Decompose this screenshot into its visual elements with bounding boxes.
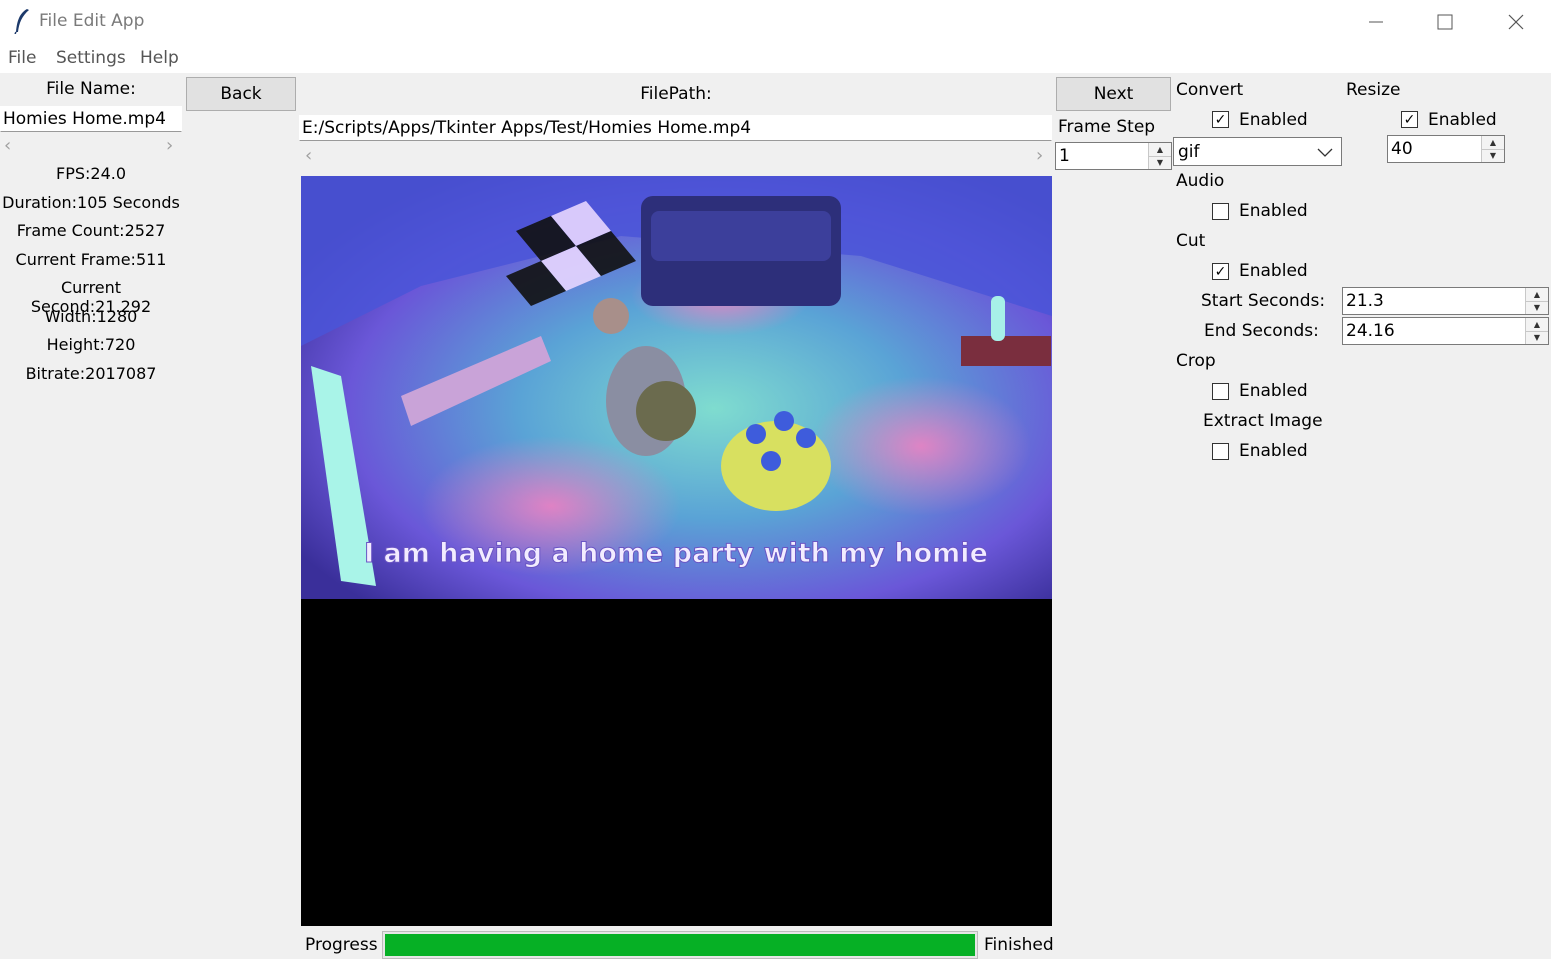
resize-arrows[interactable]: ▲ ▼: [1481, 136, 1504, 162]
resize-value[interactable]: 40: [1388, 136, 1481, 162]
resize-spinbox[interactable]: 40 ▲ ▼: [1387, 135, 1505, 163]
convert-enabled-label: Enabled: [1239, 110, 1308, 130]
convert-label: Convert: [1176, 80, 1244, 100]
cut-enabled-label: Enabled: [1239, 261, 1308, 281]
bitrate-label: Bitrate:2017087: [25, 364, 157, 383]
start-seconds-spinbox[interactable]: 21.3 ▲ ▼: [1342, 287, 1549, 315]
spin-up-icon[interactable]: ▲: [1526, 288, 1548, 301]
maximize-button[interactable]: [1410, 0, 1480, 44]
frame-count-label: Frame Count:2527: [16, 221, 166, 240]
menu-bar: [0, 44, 1551, 73]
convert-format-value: gif: [1178, 141, 1200, 162]
progress-bar: [382, 931, 978, 959]
spin-up-icon[interactable]: ▲: [1526, 318, 1548, 331]
close-icon: [1508, 14, 1524, 30]
audio-enabled-checkbox[interactable]: [1212, 203, 1229, 220]
spin-down-icon[interactable]: ▼: [1526, 300, 1548, 314]
file-name-label: File Name:: [46, 79, 136, 99]
spin-down-icon[interactable]: ▼: [1149, 155, 1171, 169]
close-button[interactable]: [1481, 0, 1551, 44]
path-scroll-right-icon[interactable]: ›: [1036, 145, 1043, 166]
filepath-field[interactable]: E:/Scripts/Apps/Tkinter Apps/Test/Homies…: [299, 115, 1052, 141]
menu-file[interactable]: File: [8, 48, 36, 68]
convert-enabled-checkbox[interactable]: ✓: [1212, 111, 1229, 128]
video-frame: I am having a home party with my homie: [301, 176, 1052, 599]
start-seconds-label: Start Seconds:: [1201, 291, 1326, 311]
frame-step-spinbox[interactable]: 1 ▲ ▼: [1055, 142, 1172, 170]
scroll-left-icon[interactable]: ‹: [4, 135, 11, 156]
video-subtitle: I am having a home party with my homie: [364, 538, 988, 569]
frame-step-arrows[interactable]: ▲ ▼: [1148, 143, 1171, 169]
progress-label: Progress: [305, 935, 378, 955]
video-preview: I am having a home party with my homie: [301, 176, 1052, 926]
file-name-field[interactable]: Homies Home.mp4: [0, 106, 182, 132]
progress-fill: [385, 934, 975, 956]
path-scroll-left-icon[interactable]: ‹: [305, 145, 312, 166]
next-button[interactable]: Next: [1056, 77, 1171, 111]
resize-enabled-label: Enabled: [1428, 110, 1497, 130]
checkmark-icon: ✓: [1214, 111, 1227, 128]
start-seconds-value[interactable]: 21.3: [1343, 288, 1525, 314]
extract-image-enabled-label: Enabled: [1239, 441, 1308, 461]
crop-enabled-label: Enabled: [1239, 381, 1308, 401]
audio-enabled-label: Enabled: [1239, 201, 1308, 221]
menu-help[interactable]: Help: [140, 48, 179, 68]
progress-status: Finished: [984, 935, 1054, 955]
feather-icon: [14, 9, 29, 34]
fps-label: FPS:24.0: [55, 164, 127, 183]
scroll-right-icon[interactable]: ›: [166, 135, 173, 156]
maximize-icon: [1437, 14, 1453, 30]
crop-enabled-checkbox[interactable]: [1212, 383, 1229, 400]
checkmark-icon: ✓: [1214, 263, 1227, 280]
frame-step-label: Frame Step: [1058, 117, 1156, 137]
filepath-label: FilePath:: [640, 84, 712, 104]
height-label: Height:720: [46, 335, 136, 354]
convert-format-select[interactable]: gif: [1173, 137, 1342, 166]
minimize-button[interactable]: [1341, 0, 1411, 44]
checkmark-icon: ✓: [1403, 111, 1416, 128]
cut-enabled-checkbox[interactable]: ✓: [1212, 263, 1229, 280]
extract-image-label: Extract Image: [1203, 411, 1323, 431]
minimize-icon: [1369, 21, 1383, 23]
crop-label: Crop: [1176, 351, 1216, 371]
current-frame-label: Current Frame:511: [15, 250, 167, 269]
resize-enabled-checkbox[interactable]: ✓: [1401, 111, 1418, 128]
chevron-down-icon: [1317, 148, 1333, 157]
back-button[interactable]: Back: [186, 77, 296, 111]
frame-step-value[interactable]: 1: [1056, 143, 1148, 169]
end-seconds-label: End Seconds:: [1204, 321, 1319, 341]
cut-label: Cut: [1176, 231, 1206, 251]
start-seconds-arrows[interactable]: ▲ ▼: [1525, 288, 1548, 314]
spin-up-icon[interactable]: ▲: [1482, 136, 1504, 149]
spin-down-icon[interactable]: ▼: [1482, 148, 1504, 162]
spin-down-icon[interactable]: ▼: [1526, 330, 1548, 344]
end-seconds-value[interactable]: 24.16: [1343, 318, 1525, 344]
width-label: Width:1280: [44, 307, 138, 326]
window-title: File Edit App: [39, 11, 145, 31]
menu-settings[interactable]: Settings: [56, 48, 126, 68]
duration-label: Duration:105 Seconds: [2, 193, 180, 212]
end-seconds-spinbox[interactable]: 24.16 ▲ ▼: [1342, 317, 1549, 345]
end-seconds-arrows[interactable]: ▲ ▼: [1525, 318, 1548, 344]
resize-label: Resize: [1346, 80, 1401, 100]
audio-label: Audio: [1176, 171, 1225, 191]
title-bar: [0, 0, 1551, 44]
extract-image-enabled-checkbox[interactable]: [1212, 443, 1229, 460]
spin-up-icon[interactable]: ▲: [1149, 143, 1171, 156]
